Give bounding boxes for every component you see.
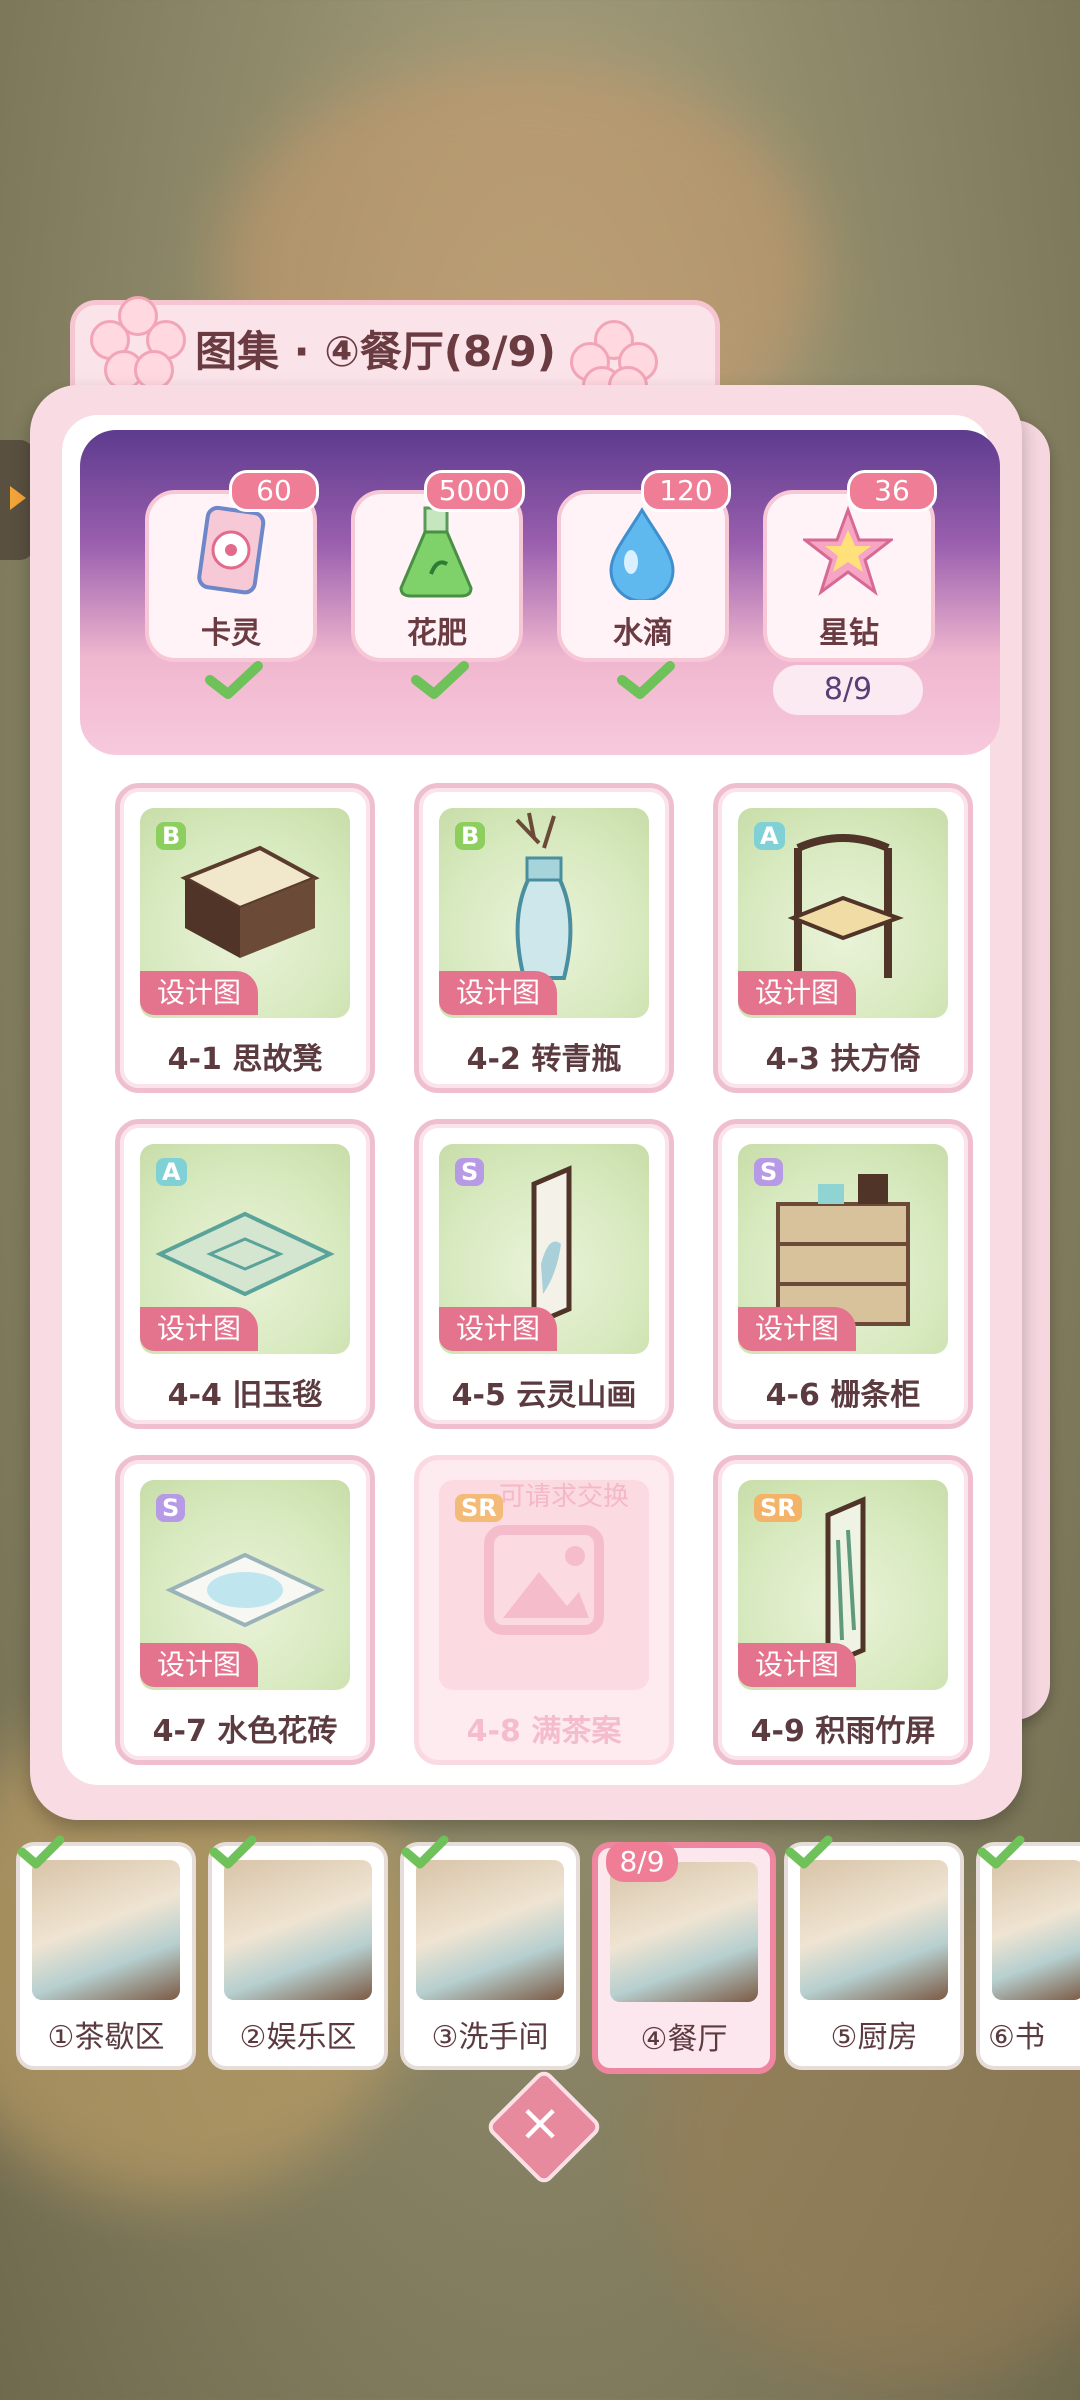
reward-count: 120 [641, 470, 731, 512]
item-card[interactable]: S 设计图 4-6 栅条柜 [713, 1119, 973, 1429]
check-icon [209, 1835, 257, 1869]
area-tab[interactable]: ⑥书 [976, 1835, 1080, 2070]
reward-count: 36 [847, 470, 937, 512]
rank-badge: B [455, 822, 486, 850]
collection-progress: 8/9 [773, 665, 923, 715]
area-thumbnail [224, 1860, 372, 2000]
check-icon [17, 1835, 65, 1869]
check-icon [617, 661, 675, 699]
area-label: ④餐厅 [640, 2022, 728, 2057]
rank-badge: S [156, 1494, 186, 1522]
reward-label: 卡灵 [201, 616, 261, 651]
rank-badge: S [754, 1158, 784, 1186]
area-label: ⑥书 [988, 2020, 1045, 2055]
area-tab-active[interactable]: ④餐厅 8/9 [592, 1842, 776, 2074]
close-icon: × [518, 2093, 562, 2153]
check-icon [401, 1835, 449, 1869]
reward-fertilizer[interactable]: 花肥 5000 [351, 470, 525, 662]
item-card[interactable]: A 设计图 4-4 旧玉毯 [115, 1119, 375, 1429]
rank-badge: B [156, 822, 187, 850]
item-label: 4-3 扶方倚 [765, 1042, 921, 1077]
reward-star-diamond[interactable]: 星钻 36 [763, 470, 937, 662]
item-card[interactable]: B 设计图 4-1 思故凳 [115, 783, 375, 1093]
area-tab[interactable]: ⑤厨房 [784, 1835, 964, 2070]
page-title: 图集 · ④餐厅(8/9) [195, 327, 556, 376]
flower-decoration-icon [90, 296, 186, 390]
reward-label: 水滴 [613, 616, 673, 651]
item-card[interactable]: S 设计图 4-7 水色花砖 [115, 1455, 375, 1765]
item-label: 4-9 积雨竹屏 [750, 1714, 936, 1749]
blueprint-tag: 设计图 [140, 1307, 258, 1351]
area-progress-badge: 8/9 [606, 1842, 678, 1882]
blueprint-tag: 设计图 [738, 971, 856, 1015]
item-label: 4-5 云灵山画 [451, 1378, 637, 1413]
item-label: 4-1 思故凳 [167, 1042, 323, 1077]
area-tab[interactable]: ①茶歇区 [16, 1835, 196, 2070]
card-spirit-icon [197, 505, 266, 595]
rank-badge: S [455, 1158, 485, 1186]
blueprint-tag: 设计图 [738, 1643, 856, 1687]
item-card[interactable]: SR 设计图 4-9 积雨竹屏 [713, 1455, 973, 1765]
rank-badge: A [754, 822, 785, 850]
reward-water-drop[interactable]: 水滴 120 [557, 470, 731, 662]
item-label: 4-4 旧玉毯 [167, 1378, 323, 1413]
check-icon [411, 661, 469, 699]
blueprint-tag: 设计图 [140, 971, 258, 1015]
item-label: 4-2 转青瓶 [466, 1042, 622, 1077]
area-tab[interactable]: ②娱乐区 [208, 1835, 388, 2070]
item-card[interactable]: A 设计图 4-3 扶方倚 [713, 783, 973, 1093]
check-icon [785, 1835, 833, 1869]
blueprint-tag: 设计图 [140, 1643, 258, 1687]
area-thumbnail [32, 1860, 180, 2000]
reward-card-spirit[interactable]: 卡灵 60 [145, 470, 319, 662]
star-diamond-icon [803, 505, 893, 596]
exchange-request-label: 可请求交换 [499, 1482, 630, 1512]
item-label: 4-7 水色花砖 [152, 1714, 338, 1749]
item-label: 4-8 满茶案 [466, 1714, 622, 1749]
rank-badge: A [156, 1158, 187, 1186]
water-drop-icon [609, 507, 675, 600]
arrow-right-icon [10, 486, 26, 510]
reward-label: 星钻 [819, 616, 879, 651]
blueprint-tag: 设计图 [738, 1307, 856, 1351]
area-label: ①茶歇区 [47, 2020, 165, 2055]
area-thumbnail [416, 1860, 564, 2000]
check-icon [977, 1835, 1025, 1869]
item-card[interactable]: S 设计图 4-5 云灵山画 [414, 1119, 674, 1429]
check-icon [205, 661, 263, 699]
item-card-locked[interactable]: SR 可请求交换 4-8 满茶案 [414, 1455, 674, 1765]
item-label: 4-6 栅条柜 [765, 1378, 921, 1413]
area-label: ②娱乐区 [239, 2020, 357, 2055]
reward-label: 花肥 [407, 616, 467, 651]
reward-count: 5000 [423, 470, 525, 512]
area-tab[interactable]: ③洗手间 [400, 1835, 580, 2070]
area-thumbnail [992, 1860, 1080, 2000]
area-label: ⑤厨房 [830, 2020, 918, 2055]
reward-count: 60 [229, 470, 319, 512]
fertilizer-flask-icon [399, 506, 473, 598]
area-label: ③洗手间 [431, 2020, 549, 2055]
side-expand-button[interactable] [0, 440, 34, 560]
blueprint-tag: 设计图 [439, 1307, 557, 1351]
blueprint-tag: 设计图 [439, 971, 557, 1015]
item-card[interactable]: B 设计图 4-2 转青瓶 [414, 783, 674, 1093]
rank-badge: SR [754, 1494, 802, 1522]
area-thumbnail [800, 1860, 948, 2000]
rank-badge: SR [455, 1494, 503, 1522]
area-thumbnail [610, 1862, 758, 2002]
